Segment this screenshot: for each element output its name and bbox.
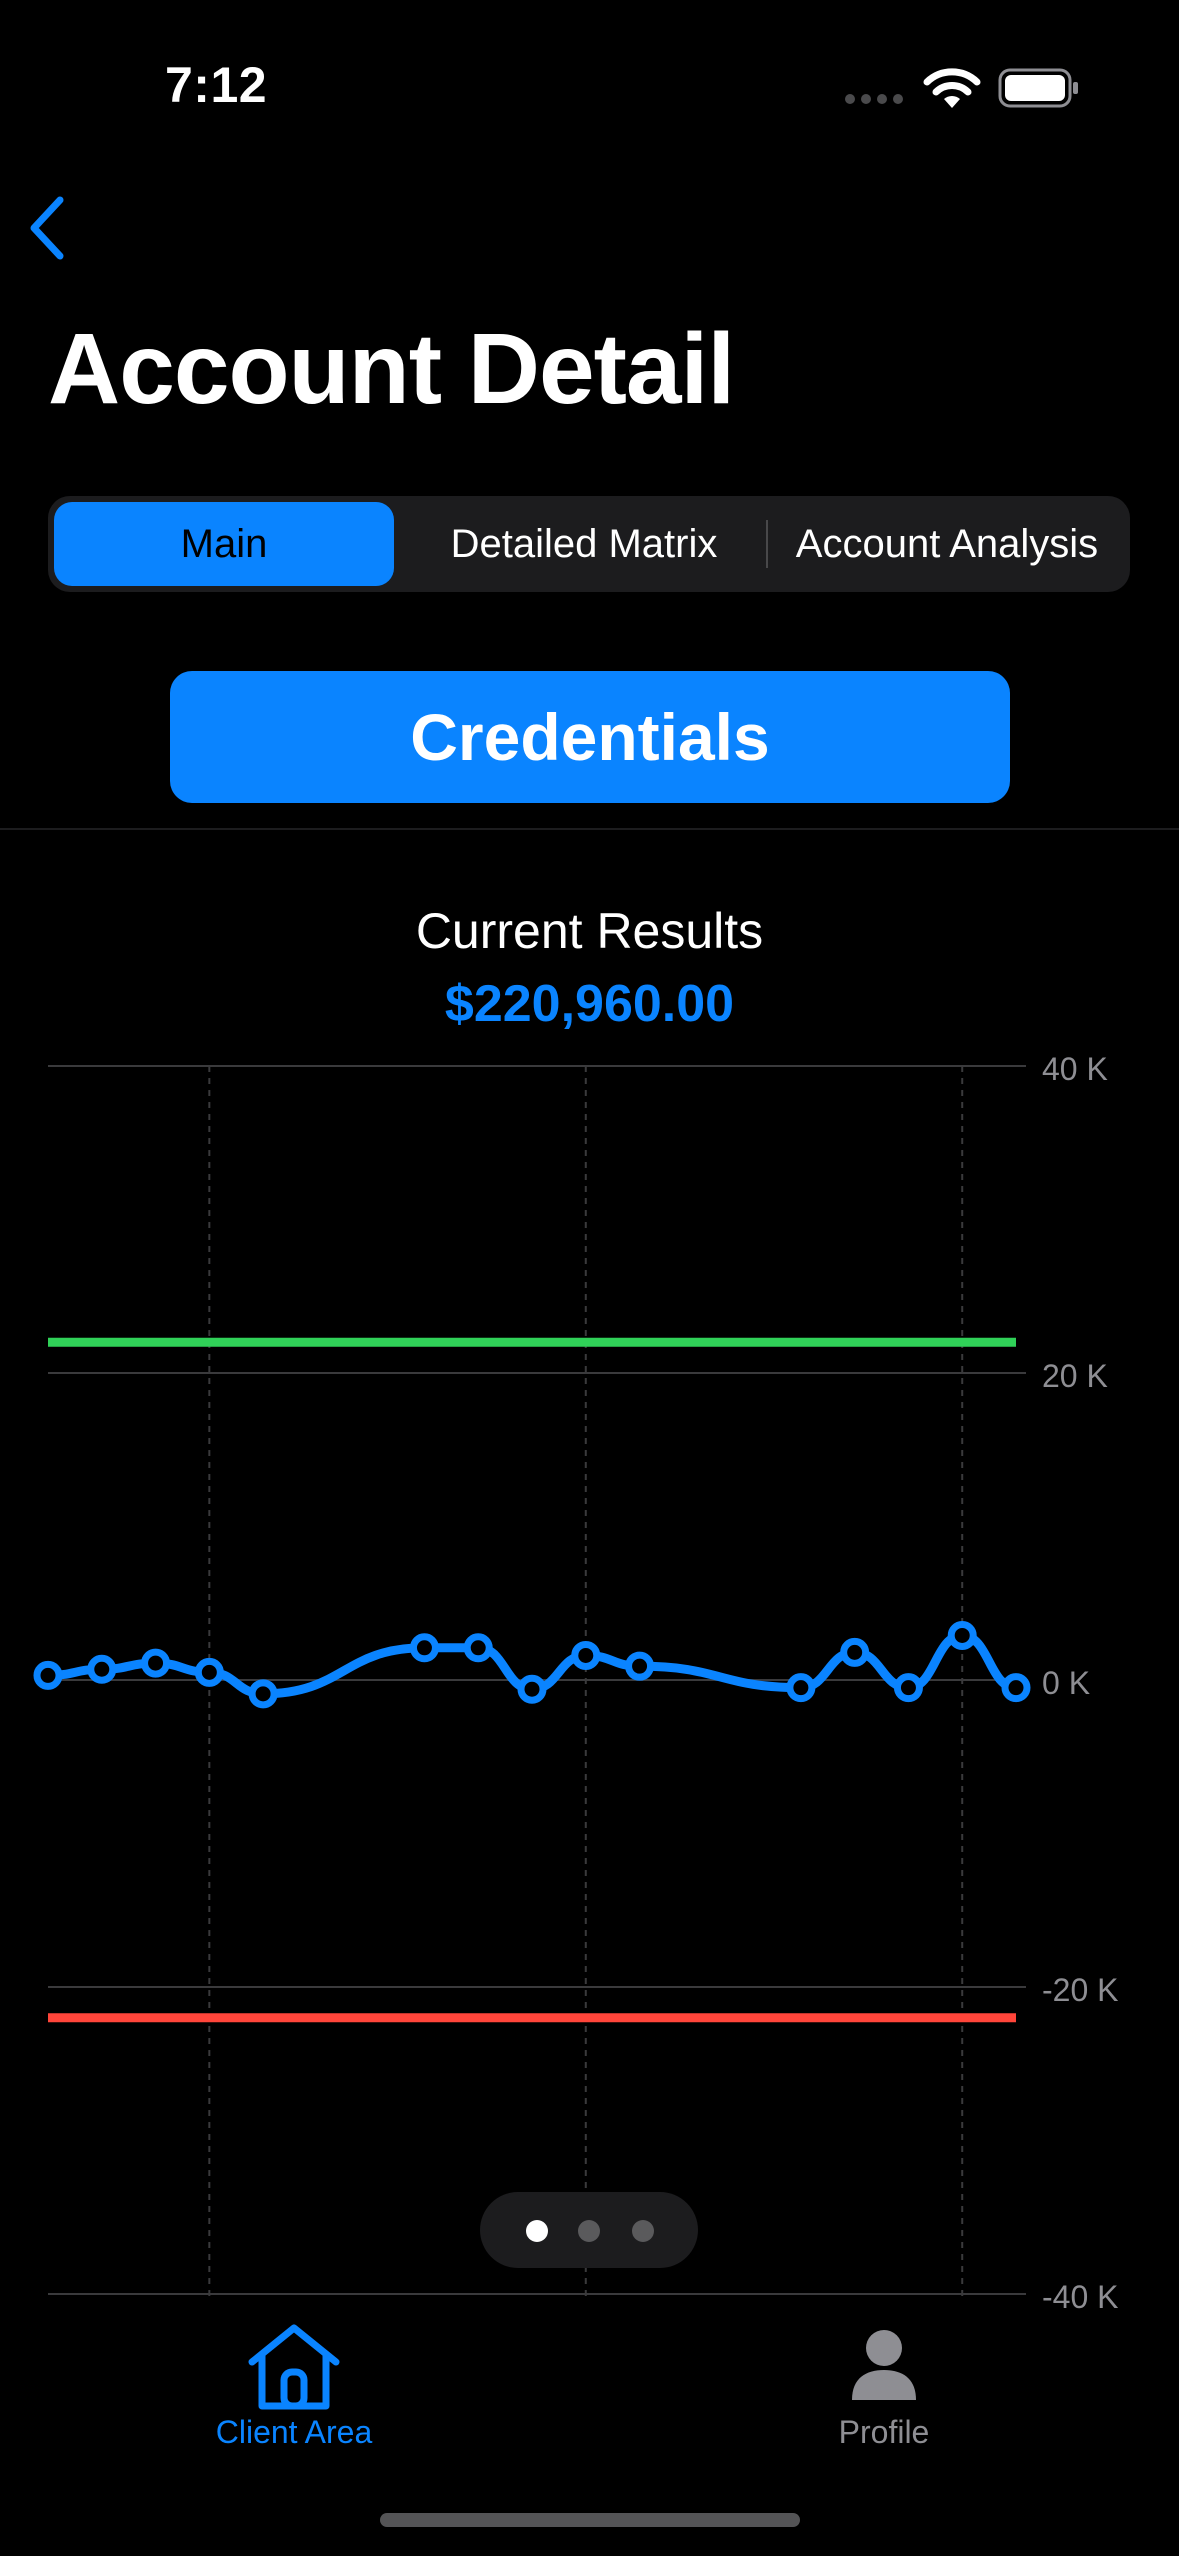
page-dot[interactable] — [526, 2220, 548, 2242]
tab-main[interactable]: Main — [54, 502, 394, 586]
y-tick-label: 40 K — [1042, 1051, 1108, 1087]
segmented-control: Main Detailed Matrix Account Analysis — [48, 496, 1130, 592]
data-point — [1001, 1673, 1031, 1703]
page-title: Account Detail — [48, 313, 735, 425]
data-point — [87, 1654, 117, 1684]
back-button[interactable] — [20, 190, 80, 266]
status-time: 7:12 — [165, 57, 268, 113]
y-tick-label: -20 K — [1042, 1972, 1118, 2008]
page-indicator[interactable] — [480, 2192, 698, 2268]
data-point — [893, 1673, 923, 1703]
data-point — [248, 1679, 278, 1709]
person-icon — [852, 2330, 916, 2400]
data-point — [463, 1633, 493, 1663]
battery-icon — [998, 68, 1078, 108]
tab-label: Profile — [838, 2414, 930, 2450]
results-value: $220,960.00 — [444, 975, 735, 1033]
data-point — [786, 1673, 816, 1703]
tab-detailed-matrix[interactable]: Detailed Matrix — [404, 502, 764, 586]
data-point — [194, 1657, 224, 1687]
wifi-icon — [923, 68, 981, 108]
data-point — [33, 1660, 63, 1690]
data-point — [840, 1637, 870, 1667]
results-label: Current Results — [415, 903, 764, 959]
tab-client-area[interactable]: Client Area — [144, 2318, 444, 2458]
tab-profile[interactable]: Profile — [734, 2318, 1034, 2458]
credentials-button[interactable]: Credentials — [170, 671, 1010, 803]
data-point — [947, 1620, 977, 1650]
page-dot[interactable] — [632, 2220, 654, 2242]
home-indicator — [380, 2513, 800, 2527]
data-point — [409, 1633, 439, 1663]
segment-divider — [766, 520, 768, 568]
page-dot[interactable] — [578, 2220, 600, 2242]
data-point — [141, 1648, 171, 1678]
y-tick-label: -40 K — [1042, 2279, 1118, 2315]
chevron-left-icon — [30, 196, 64, 260]
data-point — [625, 1651, 655, 1681]
tab-label: Client Area — [215, 2414, 373, 2450]
house-icon — [248, 2324, 340, 2410]
y-tick-label: 20 K — [1042, 1358, 1108, 1394]
data-point — [571, 1640, 601, 1670]
tab-account-analysis[interactable]: Account Analysis — [770, 502, 1124, 586]
results-chart: 40 K 20 K 0 K -20 K -40 K — [33, 1051, 1118, 2315]
divider — [0, 828, 1179, 830]
cellular-signal-icon — [845, 94, 905, 106]
y-tick-label: 0 K — [1042, 1665, 1090, 1701]
data-point — [517, 1674, 547, 1704]
